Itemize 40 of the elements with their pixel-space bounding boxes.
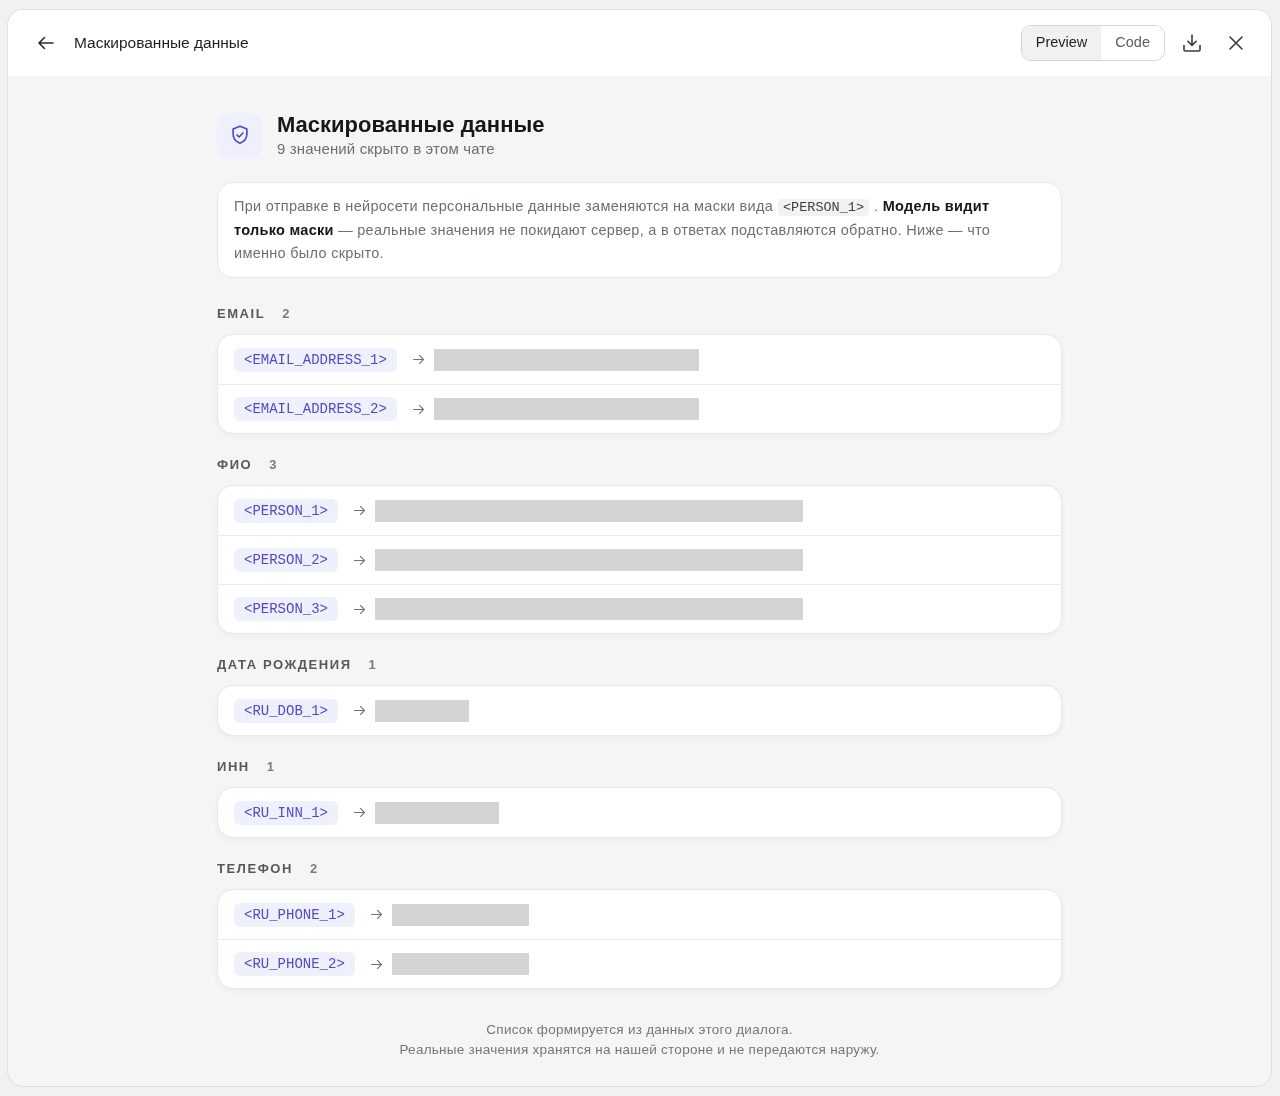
mask-tag: <RU_INN_1> <box>234 800 338 825</box>
section-count: 2 <box>309 861 318 877</box>
close-icon[interactable] <box>1229 36 1243 50</box>
back-arrow-icon[interactable] <box>38 35 54 51</box>
shield-check-icon <box>217 112 262 158</box>
section-label: ФИО <box>217 457 253 473</box>
arrow-right-icon <box>412 354 424 365</box>
info-text: При отправке в нейросети персональные данные заменяются на маски вида <PERSON_1> . Модель видит только маски — реальные значения не покидают сервер, а в ответах подставляются обратно. Ниже — что именно было скрыто. <box>234 197 992 263</box>
footer-note: Список формируется из данных этого диалога. <box>485 1021 794 1039</box>
mask-tag: <PERSON_1> <box>234 498 338 523</box>
section-count: 1 <box>368 657 376 673</box>
arrow-right-icon <box>354 705 365 716</box>
section-label: EMAIL <box>217 306 266 322</box>
section-count: 1 <box>266 759 275 775</box>
mask-tag: <RU_PHONE_2> <box>234 952 355 976</box>
section-count: 3 <box>269 457 277 473</box>
section-count: 2 <box>282 306 290 322</box>
view-tab[interactable]: Preview <box>1021 26 1102 60</box>
mask-tag: <EMAIL_ADDRESS_2> <box>234 397 397 421</box>
download-icon[interactable] <box>1183 34 1201 52</box>
section-label: ИНН <box>217 759 250 775</box>
arrow-right-icon <box>354 807 365 818</box>
section-label: ДАТА РОЖДЕНИЯ <box>217 657 352 673</box>
window-title: Маскированные данные <box>74 33 249 54</box>
arrow-right-icon <box>354 603 365 615</box>
arrow-right-icon <box>370 909 382 920</box>
mask-tag: <RU_DOB_1> <box>234 698 338 723</box>
mask-tag: <PERSON_3> <box>234 597 338 621</box>
mask-tag: <EMAIL_ADDRESS_1> <box>234 347 397 372</box>
footer-note: Реальные значения хранятся на нашей стороне и не передаются наружу. <box>398 1041 881 1059</box>
code-snippet: <PERSON_1> <box>778 199 870 216</box>
arrow-right-icon <box>354 554 365 566</box>
page-title: Маскированные данные <box>277 111 545 139</box>
arrow-right-icon <box>370 958 382 970</box>
page-subtitle: 9 значений скрыто в этом чате <box>277 139 496 159</box>
arrow-right-icon <box>354 505 365 516</box>
section-label: ТЕЛЕФОН <box>217 861 293 877</box>
mask-tag: <PERSON_2> <box>234 548 338 572</box>
mask-tag: <RU_PHONE_1> <box>234 902 355 927</box>
arrow-right-icon <box>412 403 424 415</box>
